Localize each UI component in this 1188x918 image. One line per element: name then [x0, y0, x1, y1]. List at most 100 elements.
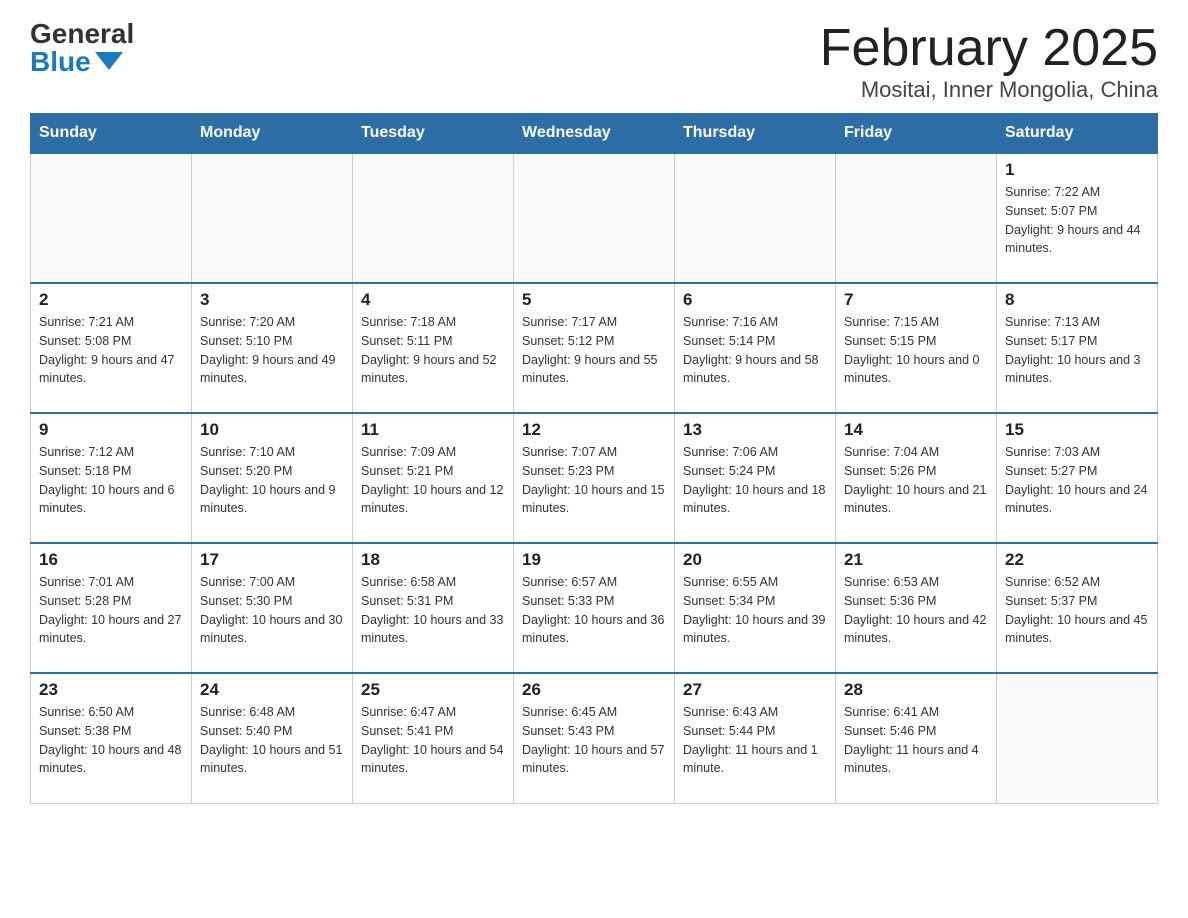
- calendar-cell: 26 Sunrise: 6:45 AM Sunset: 5:43 PM Dayli…: [514, 673, 675, 803]
- calendar-cell: 3Sunrise: 7:20 AM Sunset: 5:10 PM Daylig…: [192, 283, 353, 413]
- calendar-cell: 24 Sunrise: 6:48 AM Sunset: 5:40 PM Dayli…: [192, 673, 353, 803]
- calendar-cell: 19 Sunrise: 6:57 AM Sunset: 5:33 PM Dayli…: [514, 543, 675, 673]
- day-number: 9: [39, 420, 183, 440]
- calendar-cell: 25 Sunrise: 6:47 AM Sunset: 5:41 PM Dayli…: [353, 673, 514, 803]
- calendar-cell: 8 Sunrise: 7:13 AM Sunset: 5:17 PM Daylig…: [997, 283, 1158, 413]
- calendar-cell: 23 Sunrise: 6:50 AM Sunset: 5:38 PM Dayli…: [31, 673, 192, 803]
- calendar-cell: 28 Sunrise: 6:41 AM Sunset: 5:46 PM Dayli…: [836, 673, 997, 803]
- day-info: Sunrise: 6:43 AM Sunset: 5:44 PM Dayligh…: [683, 703, 827, 778]
- logo-triangle-icon: [95, 52, 123, 70]
- day-info: Sunrise: 6:45 AM Sunset: 5:43 PM Dayligh…: [522, 703, 666, 778]
- day-number: 16: [39, 550, 183, 570]
- weekday-header-monday: Monday: [192, 114, 353, 154]
- weekday-header-friday: Friday: [836, 114, 997, 154]
- calendar-cell: 27 Sunrise: 6:43 AM Sunset: 5:44 PM Dayli…: [675, 673, 836, 803]
- day-number: 25: [361, 680, 505, 700]
- day-info: Sunrise: 6:55 AM Sunset: 5:34 PM Dayligh…: [683, 573, 827, 648]
- day-info: Sunrise: 7:06 AM Sunset: 5:24 PM Dayligh…: [683, 443, 827, 518]
- calendar-cell: 15Sunrise: 7:03 AM Sunset: 5:27 PM Dayli…: [997, 413, 1158, 543]
- day-info: Sunrise: 6:47 AM Sunset: 5:41 PM Dayligh…: [361, 703, 505, 778]
- day-number: 4: [361, 290, 505, 310]
- day-number: 6: [683, 290, 827, 310]
- calendar-table: SundayMondayTuesdayWednesdayThursdayFrid…: [30, 113, 1158, 804]
- day-info: Sunrise: 7:18 AM Sunset: 5:11 PM Dayligh…: [361, 313, 505, 388]
- day-number: 2: [39, 290, 183, 310]
- day-info: Sunrise: 6:48 AM Sunset: 5:40 PM Dayligh…: [200, 703, 344, 778]
- day-info: Sunrise: 7:21 AM Sunset: 5:08 PM Dayligh…: [39, 313, 183, 388]
- day-number: 13: [683, 420, 827, 440]
- day-info: Sunrise: 7:01 AM Sunset: 5:28 PM Dayligh…: [39, 573, 183, 648]
- day-info: Sunrise: 7:04 AM Sunset: 5:26 PM Dayligh…: [844, 443, 988, 518]
- calendar-cell: [997, 673, 1158, 803]
- day-number: 3: [200, 290, 344, 310]
- day-info: Sunrise: 7:17 AM Sunset: 5:12 PM Dayligh…: [522, 313, 666, 388]
- calendar-cell: 14Sunrise: 7:04 AM Sunset: 5:26 PM Dayli…: [836, 413, 997, 543]
- calendar-week-5: 23 Sunrise: 6:50 AM Sunset: 5:38 PM Dayli…: [31, 673, 1158, 803]
- weekday-header-tuesday: Tuesday: [353, 114, 514, 154]
- day-info: Sunrise: 7:15 AM Sunset: 5:15 PM Dayligh…: [844, 313, 988, 388]
- calendar-week-3: 9 Sunrise: 7:12 AM Sunset: 5:18 PM Daylig…: [31, 413, 1158, 543]
- day-number: 5: [522, 290, 666, 310]
- day-number: 17: [200, 550, 344, 570]
- day-number: 22: [1005, 550, 1149, 570]
- day-info: Sunrise: 7:22 AM Sunset: 5:07 PM Dayligh…: [1005, 183, 1149, 258]
- day-info: Sunrise: 6:52 AM Sunset: 5:37 PM Dayligh…: [1005, 573, 1149, 648]
- day-info: Sunrise: 7:12 AM Sunset: 5:18 PM Dayligh…: [39, 443, 183, 518]
- calendar-week-2: 2 Sunrise: 7:21 AM Sunset: 5:08 PM Daylig…: [31, 283, 1158, 413]
- page-header: General Blue February 2025 Mositai, Inne…: [30, 20, 1158, 103]
- title-section: February 2025 Mositai, Inner Mongolia, C…: [820, 20, 1158, 103]
- day-number: 8: [1005, 290, 1149, 310]
- calendar-cell: 9 Sunrise: 7:12 AM Sunset: 5:18 PM Daylig…: [31, 413, 192, 543]
- calendar-cell: 20 Sunrise: 6:55 AM Sunset: 5:34 PM Dayli…: [675, 543, 836, 673]
- calendar-cell: [514, 153, 675, 283]
- day-number: 21: [844, 550, 988, 570]
- calendar-cell: [192, 153, 353, 283]
- day-info: Sunrise: 6:58 AM Sunset: 5:31 PM Dayligh…: [361, 573, 505, 648]
- day-info: Sunrise: 6:53 AM Sunset: 5:36 PM Dayligh…: [844, 573, 988, 648]
- calendar-cell: 6Sunrise: 7:16 AM Sunset: 5:14 PM Daylig…: [675, 283, 836, 413]
- calendar-cell: 13 Sunrise: 7:06 AM Sunset: 5:24 PM Dayli…: [675, 413, 836, 543]
- calendar-cell: 2 Sunrise: 7:21 AM Sunset: 5:08 PM Daylig…: [31, 283, 192, 413]
- day-number: 7: [844, 290, 988, 310]
- calendar-cell: 18Sunrise: 6:58 AM Sunset: 5:31 PM Dayli…: [353, 543, 514, 673]
- weekday-header-sunday: Sunday: [31, 114, 192, 154]
- calendar-cell: 7 Sunrise: 7:15 AM Sunset: 5:15 PM Daylig…: [836, 283, 997, 413]
- logo: General Blue: [30, 20, 134, 76]
- calendar-cell: 4 Sunrise: 7:18 AM Sunset: 5:11 PM Daylig…: [353, 283, 514, 413]
- day-info: Sunrise: 7:09 AM Sunset: 5:21 PM Dayligh…: [361, 443, 505, 518]
- logo-general-text: General: [30, 20, 134, 48]
- day-info: Sunrise: 6:41 AM Sunset: 5:46 PM Dayligh…: [844, 703, 988, 778]
- calendar-cell: [675, 153, 836, 283]
- calendar-cell: 16 Sunrise: 7:01 AM Sunset: 5:28 PM Dayli…: [31, 543, 192, 673]
- calendar-cell: 12Sunrise: 7:07 AM Sunset: 5:23 PM Dayli…: [514, 413, 675, 543]
- day-number: 1: [1005, 160, 1149, 180]
- day-number: 15: [1005, 420, 1149, 440]
- day-info: Sunrise: 6:57 AM Sunset: 5:33 PM Dayligh…: [522, 573, 666, 648]
- calendar-cell: 22 Sunrise: 6:52 AM Sunset: 5:37 PM Dayli…: [997, 543, 1158, 673]
- day-info: Sunrise: 6:50 AM Sunset: 5:38 PM Dayligh…: [39, 703, 183, 778]
- day-number: 28: [844, 680, 988, 700]
- day-number: 10: [200, 420, 344, 440]
- location-subtitle: Mositai, Inner Mongolia, China: [820, 77, 1158, 103]
- day-number: 26: [522, 680, 666, 700]
- day-number: 19: [522, 550, 666, 570]
- weekday-header-wednesday: Wednesday: [514, 114, 675, 154]
- month-title: February 2025: [820, 20, 1158, 77]
- day-number: 24: [200, 680, 344, 700]
- day-number: 23: [39, 680, 183, 700]
- day-number: 27: [683, 680, 827, 700]
- weekday-header-saturday: Saturday: [997, 114, 1158, 154]
- day-number: 20: [683, 550, 827, 570]
- day-info: Sunrise: 7:10 AM Sunset: 5:20 PM Dayligh…: [200, 443, 344, 518]
- calendar-cell: [31, 153, 192, 283]
- day-info: Sunrise: 7:13 AM Sunset: 5:17 PM Dayligh…: [1005, 313, 1149, 388]
- weekday-header-thursday: Thursday: [675, 114, 836, 154]
- calendar-cell: 17 Sunrise: 7:00 AM Sunset: 5:30 PM Dayli…: [192, 543, 353, 673]
- calendar-cell: 11Sunrise: 7:09 AM Sunset: 5:21 PM Dayli…: [353, 413, 514, 543]
- day-number: 12: [522, 420, 666, 440]
- calendar-cell: [836, 153, 997, 283]
- calendar-week-1: 1 Sunrise: 7:22 AM Sunset: 5:07 PM Daylig…: [31, 153, 1158, 283]
- calendar-cell: 1 Sunrise: 7:22 AM Sunset: 5:07 PM Daylig…: [997, 153, 1158, 283]
- day-info: Sunrise: 7:00 AM Sunset: 5:30 PM Dayligh…: [200, 573, 344, 648]
- calendar-week-4: 16 Sunrise: 7:01 AM Sunset: 5:28 PM Dayli…: [31, 543, 1158, 673]
